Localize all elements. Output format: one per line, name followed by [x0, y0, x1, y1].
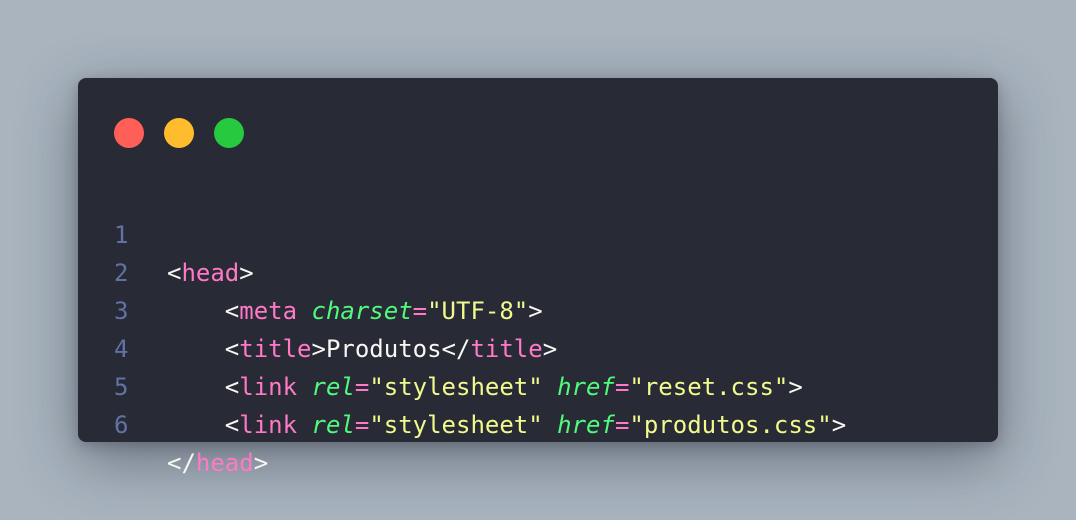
- code-token-tag: link: [239, 411, 298, 439]
- code-token-str: "produtos.css": [629, 411, 832, 439]
- code-token-attr: href: [557, 411, 615, 439]
- code-token-attr: rel: [311, 411, 355, 439]
- code-line: 5 <link rel="stylesheet" href="produtos.…: [78, 330, 998, 439]
- code-token-punct: >: [831, 411, 847, 439]
- line-source: <link rel="stylesheet" href="produtos.cs…: [167, 406, 846, 444]
- line-source: </head>: [167, 444, 268, 482]
- maximize-dot-icon[interactable]: [214, 118, 244, 148]
- code-token-eq: =: [614, 411, 630, 439]
- code-token-eq: =: [354, 411, 370, 439]
- code-line: 1 <head>: [78, 178, 998, 287]
- code-token-punct: >: [253, 449, 269, 477]
- code-block: 1 <head> 2 <meta charset="UTF-8"> 3 <tit…: [78, 178, 998, 477]
- close-dot-icon[interactable]: [114, 118, 144, 148]
- line-number: 6: [114, 411, 129, 439]
- code-line: 6 </head>: [78, 368, 998, 477]
- minimize-dot-icon[interactable]: [164, 118, 194, 148]
- code-line: 3 <title>Produtos</title>: [78, 254, 998, 363]
- code-token-punct: <: [167, 411, 240, 439]
- code-window: 1 <head> 2 <meta charset="UTF-8"> 3 <tit…: [78, 78, 998, 477]
- code-token-str: "stylesheet": [369, 411, 543, 439]
- code-line: 2 <meta charset="UTF-8">: [78, 216, 998, 325]
- code-token-tag: head: [195, 449, 254, 477]
- code-token-punct: </: [167, 449, 196, 477]
- code-line: 4 <link rel="stylesheet" href="reset.css…: [78, 292, 998, 401]
- code-token-punct: [543, 411, 557, 439]
- code-token-punct: [297, 411, 311, 439]
